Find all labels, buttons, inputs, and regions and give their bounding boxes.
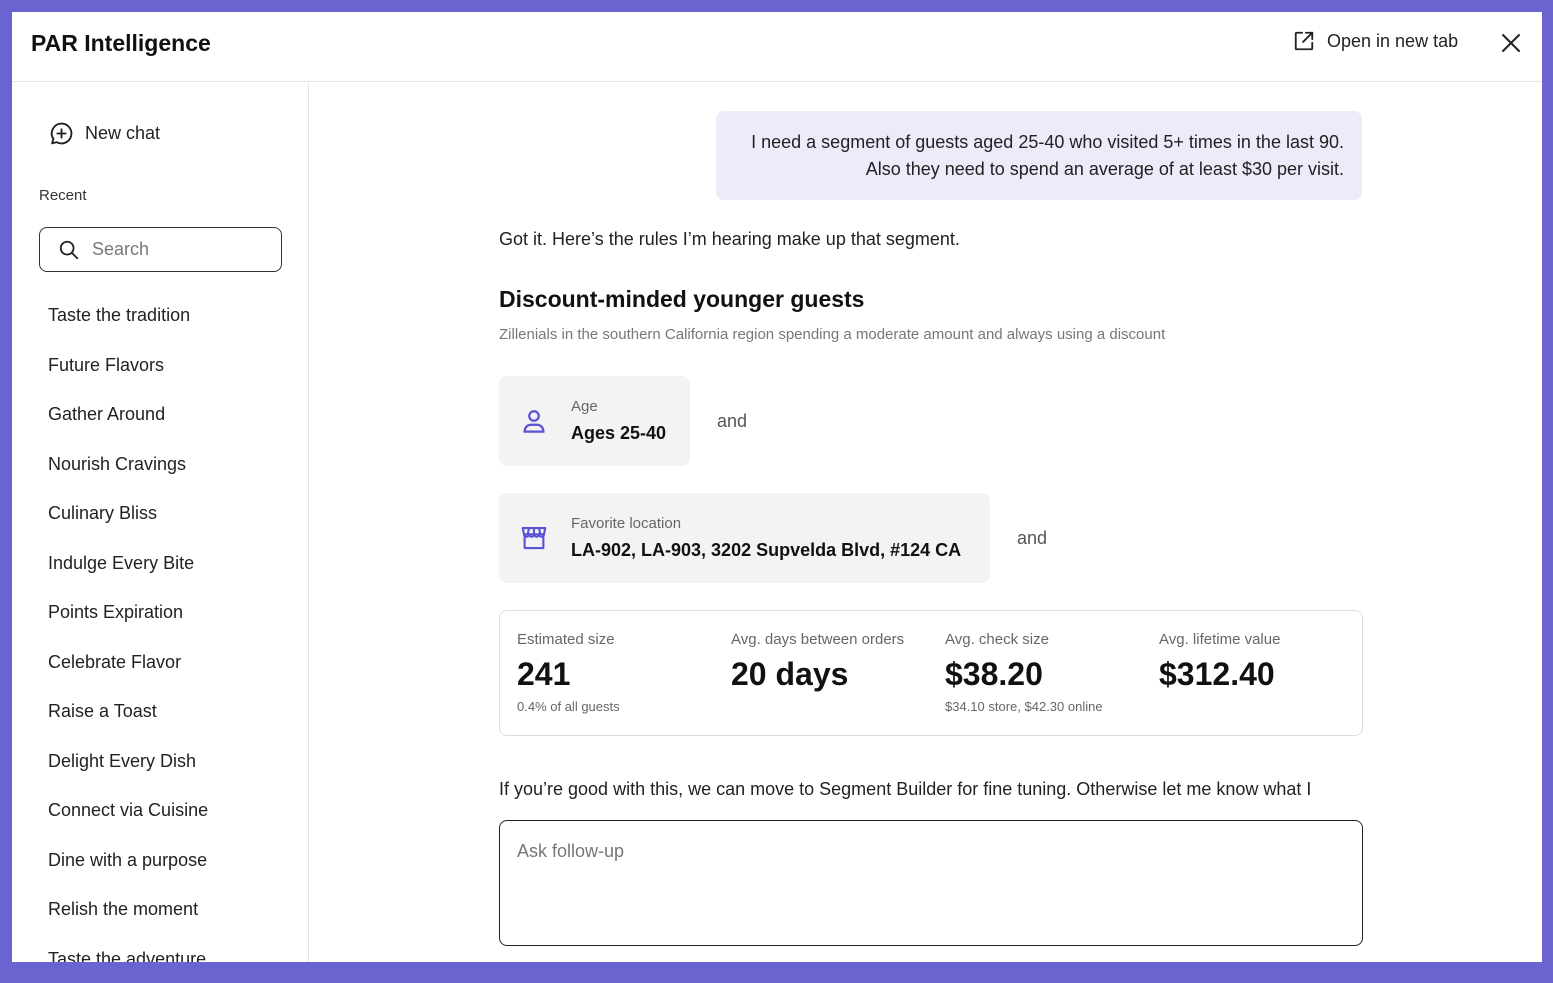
segment-title: Discount-minded younger guests xyxy=(499,286,865,312)
chat-area: I need a segment of guests aged 25-40 wh… xyxy=(310,83,1542,962)
segment-description: Zillenials in the southern California re… xyxy=(499,326,1166,343)
recent-chat-item[interactable]: Relish the moment xyxy=(48,895,208,945)
stat-subtext: $34.10 store, $42.30 online xyxy=(945,699,1103,714)
new-chat-button[interactable]: New chat xyxy=(49,121,160,146)
sidebar: New chat Recent Taste the tradition Futu… xyxy=(12,83,309,962)
stat-check-size: Avg. check size $38.20 $34.10 store, $42… xyxy=(945,631,1103,714)
stat-value: 241 xyxy=(517,656,571,692)
header: PAR Intelligence Open in new tab xyxy=(12,12,1542,82)
recent-chat-list: Taste the tradition Future Flavors Gathe… xyxy=(48,301,208,962)
recent-chat-item[interactable]: Nourish Cravings xyxy=(48,450,208,500)
rule-value: Ages 25-40 xyxy=(571,423,667,443)
recent-heading: Recent xyxy=(39,187,87,204)
recent-chat-item[interactable]: Celebrate Flavor xyxy=(48,648,208,698)
recent-chat-item[interactable]: Gather Around xyxy=(48,400,208,450)
storefront-icon xyxy=(521,526,547,550)
open-in-new-tab-button[interactable]: Open in new tab xyxy=(1293,30,1458,52)
search-input[interactable] xyxy=(92,239,252,260)
segment-stats-card: Estimated size 241 0.4% of all guests Av… xyxy=(499,610,1363,736)
ask-follow-up-input[interactable] xyxy=(500,821,1362,945)
search-icon xyxy=(59,240,79,259)
close-icon xyxy=(1502,34,1520,52)
stat-label: Avg. days between orders xyxy=(731,631,905,648)
user-message-line: Also they need to spend an average of at… xyxy=(865,159,1344,179)
stat-estimated-size: Estimated size 241 0.4% of all guests xyxy=(517,631,620,714)
person-icon xyxy=(523,410,545,433)
new-chat-label: New chat xyxy=(85,123,161,143)
app-window: PAR Intelligence Open in new tab New cha xyxy=(12,12,1542,962)
rule-text: Age Ages 25-40 xyxy=(571,398,666,444)
recent-chat-item[interactable]: Dine with a purpose xyxy=(48,846,208,896)
external-link-icon xyxy=(1294,31,1314,51)
stat-lifetime-value: Avg. lifetime value $312.40 xyxy=(1159,631,1280,699)
user-message-line: I need a segment of guests aged 25-40 wh… xyxy=(751,132,1344,152)
ask-follow-up-box[interactable] xyxy=(499,820,1363,946)
rule-connector: and xyxy=(1017,528,1048,548)
recent-chat-item[interactable]: Taste the tradition xyxy=(48,301,208,351)
recent-chat-item[interactable]: Connect via Cuisine xyxy=(48,796,208,846)
stat-value: 20 days xyxy=(731,656,849,692)
assistant-followup-text: If you’re good with this, we can move to… xyxy=(499,779,1312,806)
stat-subtext: 0.4% of all guests xyxy=(517,699,620,714)
recent-chat-item[interactable]: Points Expiration xyxy=(48,598,208,648)
open-in-new-tab-label: Open in new tab xyxy=(1327,30,1459,51)
recent-chat-item[interactable]: Indulge Every Bite xyxy=(48,549,208,599)
stat-value: $312.40 xyxy=(1159,656,1275,692)
rule-value: LA-902, LA-903, 3202 Supvelda Blvd, #124… xyxy=(571,540,962,560)
rule-text: Favorite location LA-902, LA-903, 3202 S… xyxy=(571,515,961,561)
rule-label: Favorite location xyxy=(571,515,682,532)
rule-card-location: Favorite location LA-902, LA-903, 3202 S… xyxy=(499,493,990,583)
recent-chat-item[interactable]: Delight Every Dish xyxy=(48,747,208,797)
search-box[interactable] xyxy=(39,227,282,272)
chat-plus-icon xyxy=(50,122,73,145)
recent-chat-item[interactable]: Culinary Bliss xyxy=(48,499,208,549)
user-message: I need a segment of guests aged 25-40 wh… xyxy=(716,111,1362,200)
stat-value: $38.20 xyxy=(945,656,1043,692)
stat-label: Estimated size xyxy=(517,631,615,648)
rule-card-age: Age Ages 25-40 xyxy=(499,376,690,466)
rule-connector: and xyxy=(717,411,748,431)
assistant-reply-intro: Got it. Here’s the rules I’m hearing mak… xyxy=(499,229,960,249)
recent-chat-item[interactable]: Future Flavors xyxy=(48,351,208,401)
recent-chat-item[interactable]: Taste the adventure xyxy=(48,945,208,963)
stat-days-between-orders: Avg. days between orders 20 days xyxy=(731,631,904,699)
stat-label: Avg. check size xyxy=(945,631,1049,648)
recent-chat-item[interactable]: Raise a Toast xyxy=(48,697,208,747)
app-title: PAR Intelligence xyxy=(31,30,211,56)
close-button[interactable] xyxy=(1499,31,1523,55)
rule-label: Age xyxy=(571,398,598,415)
stat-label: Avg. lifetime value xyxy=(1159,631,1281,648)
